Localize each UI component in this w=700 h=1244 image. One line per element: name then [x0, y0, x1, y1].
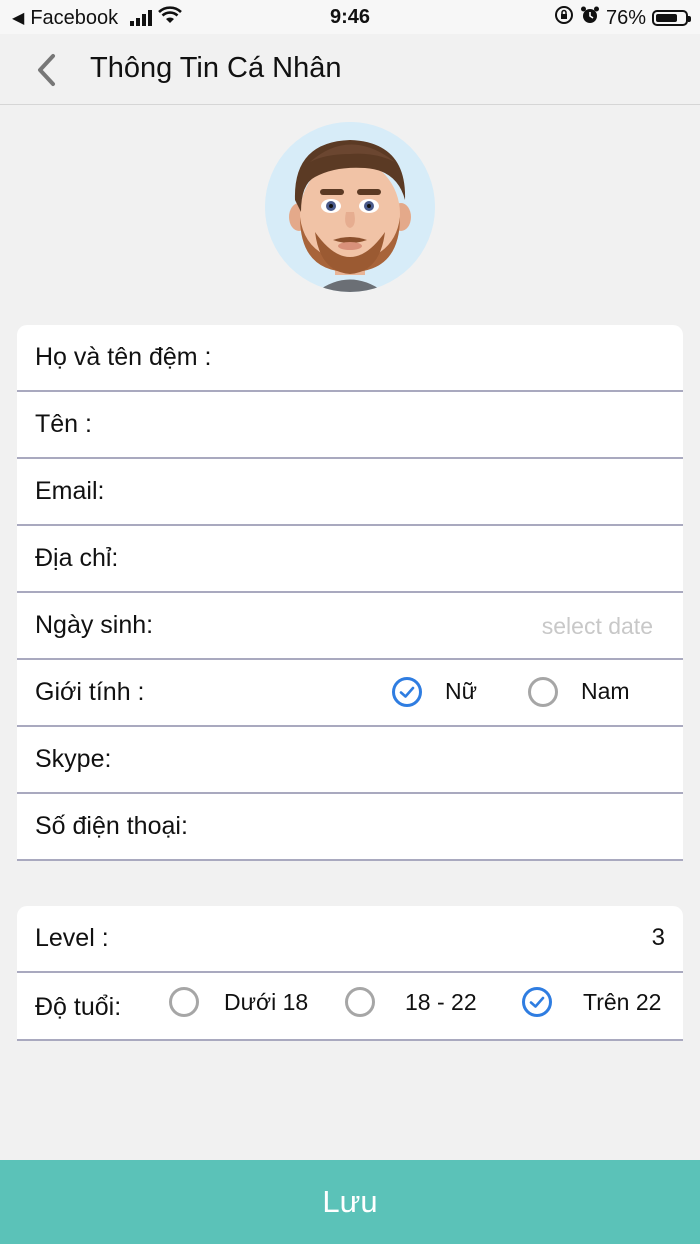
extra-info-card: Level : 3 Độ tuổi: Dưới 18 18 - 22 Trên … [17, 906, 683, 1041]
field-row-dia-chi[interactable]: Địa chỉ: [17, 526, 683, 593]
age-row: Độ tuổi: Dưới 18 18 - 22 Trên 22 [17, 973, 683, 1041]
orientation-lock-icon [554, 5, 574, 31]
alarm-icon [580, 5, 600, 31]
gender-female-radio[interactable] [392, 677, 422, 707]
birthday-label: Ngày sinh: [35, 611, 154, 639]
age-under-18-radio[interactable] [169, 987, 199, 1017]
status-right: 76% [554, 5, 691, 31]
gender-label: Giới tính : [35, 678, 145, 706]
nav-header: Thông Tin Cá Nhân [0, 34, 700, 105]
gender-male-radio[interactable] [528, 677, 558, 707]
date-picker[interactable]: select date [542, 613, 653, 640]
field-row-ngay-sinh: Ngày sinh: select date [17, 593, 683, 660]
age-18-22-radio[interactable] [345, 987, 375, 1017]
personal-info-card: Họ và tên đệm : Tên : Email: Địa chỉ: Ng… [17, 325, 683, 861]
phone-label: Số điện thoại: [35, 812, 188, 840]
battery-percent: 76% [605, 6, 646, 29]
field-row-email[interactable]: Email: [17, 459, 683, 526]
field-row-ho-ten-dem[interactable]: Họ và tên đệm : [17, 325, 683, 392]
gender-male-label[interactable]: Nam [581, 678, 630, 705]
gender-female-label[interactable]: Nữ [445, 678, 477, 705]
age-under-18-label[interactable]: Dưới 18 [224, 989, 308, 1016]
field-row-ten[interactable]: Tên : [17, 392, 683, 459]
battery-icon [652, 10, 691, 26]
field-label: Họ và tên đệm : [35, 343, 212, 371]
checkmark-icon [399, 686, 415, 698]
back-button[interactable] [30, 52, 66, 88]
field-row-so-dien-thoai[interactable]: Số điện thoại: [17, 794, 683, 861]
field-label: Tên : [35, 410, 92, 438]
level-row: Level : 3 [17, 906, 683, 973]
skype-label: Skype: [35, 745, 112, 773]
chevron-left-icon [38, 54, 55, 86]
field-row-gioi-tinh: Giới tính : Nữ Nam [17, 660, 683, 727]
age-18-22-label[interactable]: 18 - 22 [405, 989, 477, 1016]
level-value: 3 [651, 924, 665, 951]
age-over-22-label[interactable]: Trên 22 [583, 989, 661, 1016]
page-title: Thông Tin Cá Nhân [90, 52, 342, 84]
avatar[interactable] [265, 122, 435, 292]
age-over-22-radio[interactable] [522, 987, 552, 1017]
field-label: Email: [35, 477, 105, 505]
level-label: Level : [35, 924, 109, 952]
status-bar: ◀ Facebook 9:46 76% [0, 0, 700, 34]
age-label: Độ tuổi: [35, 993, 122, 1021]
field-label: Địa chỉ: [35, 544, 119, 572]
memoji-avatar-icon [265, 122, 435, 292]
save-button[interactable]: Lưu [0, 1160, 700, 1244]
field-row-skype[interactable]: Skype: [17, 727, 683, 794]
checkmark-icon [529, 996, 545, 1008]
